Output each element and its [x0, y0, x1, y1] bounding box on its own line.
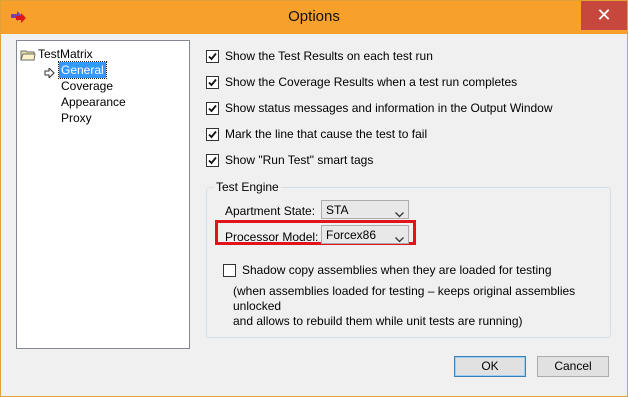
- checkbox[interactable]: [206, 50, 219, 63]
- checkbox-label: Show "Run Test" smart tags: [225, 153, 374, 167]
- shadow-copy-note: (when assemblies loaded for testing – ke…: [233, 284, 603, 329]
- tree-item-general[interactable]: General: [17, 61, 187, 80]
- checkbox-label: Show the Coverage Results when a test ru…: [225, 75, 518, 89]
- title-bar[interactable]: Options ✕: [1, 1, 627, 34]
- cancel-button[interactable]: Cancel: [537, 356, 609, 377]
- tree-item-label: General: [58, 61, 107, 79]
- apartment-state-select[interactable]: STA: [321, 200, 409, 219]
- dialog-body: TestMatrix General Coverage Appearance P…: [8, 34, 620, 390]
- chevron-down-icon: [395, 232, 404, 243]
- checkbox[interactable]: [206, 102, 219, 115]
- ok-button[interactable]: OK: [454, 356, 526, 377]
- checkbox-label: Mark the line that cause the test to fai…: [225, 127, 428, 141]
- current-arrow-icon: [44, 66, 55, 80]
- check-icon: [208, 52, 217, 61]
- tree-root-label: TestMatrix: [38, 47, 93, 61]
- apartment-state-label: Apartment State:: [225, 204, 316, 218]
- check-icon: [208, 78, 217, 87]
- checkbox-label: Show status messages and information in …: [225, 101, 553, 115]
- note-line: (when assemblies loaded for testing – ke…: [233, 284, 576, 313]
- chevron-down-icon: [395, 207, 404, 218]
- processor-model-value: Forcex86: [326, 228, 377, 242]
- checkbox[interactable]: [223, 264, 236, 277]
- options-dialog: Options ✕ TestMatrix General Coverage Ap…: [0, 0, 628, 397]
- group-title: Test Engine: [214, 180, 281, 194]
- tree-item-appearance[interactable]: Appearance: [61, 94, 126, 110]
- check-icon: [208, 130, 217, 139]
- note-line: and allows to rebuild them while unit te…: [233, 314, 523, 328]
- checkbox-label: Show the Test Results on each test run: [225, 49, 433, 63]
- window-title: Options: [288, 8, 340, 25]
- options-tree[interactable]: TestMatrix General Coverage Appearance P…: [16, 40, 190, 349]
- checkbox[interactable]: [206, 154, 219, 167]
- checkbox-label: Shadow copy assemblies when they are loa…: [242, 263, 552, 277]
- check-icon: [208, 156, 217, 165]
- tree-item-proxy[interactable]: Proxy: [61, 110, 92, 126]
- processor-model-select[interactable]: Forcex86: [321, 225, 409, 244]
- check-icon: [208, 104, 217, 113]
- processor-model-label: Processor Model:: [225, 230, 319, 244]
- apartment-state-value: STA: [326, 203, 349, 217]
- folder-icon: [20, 49, 36, 61]
- checkbox[interactable]: [206, 128, 219, 141]
- tree-item-coverage[interactable]: Coverage: [61, 78, 113, 94]
- checkbox[interactable]: [206, 76, 219, 89]
- close-button[interactable]: ✕: [581, 1, 627, 30]
